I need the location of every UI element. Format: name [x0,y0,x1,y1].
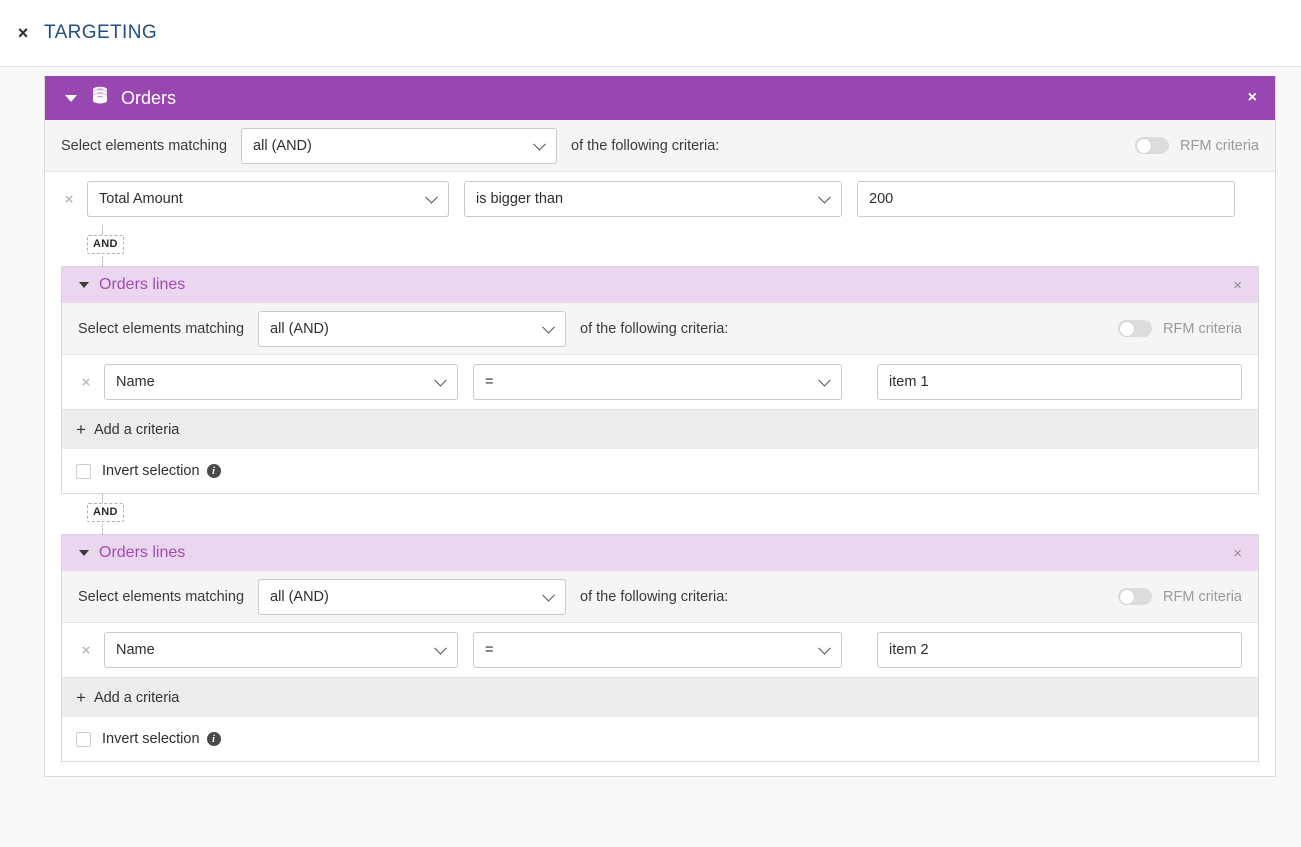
criteria-value-input[interactable]: 200 [857,181,1235,217]
nested-card-orders-lines: Orders lines × Select elements matching … [61,534,1259,762]
nested-match-operator-select[interactable]: all (AND) [258,578,567,615]
matching-prefix-label: Select elements matching [78,588,245,605]
remove-nested-card-icon[interactable]: × [1229,276,1246,295]
invert-selection-row: Invert selection i [62,717,1258,761]
remove-criteria-icon[interactable]: × [78,643,94,658]
invert-selection-checkbox[interactable] [76,463,91,479]
nested-card-title: Orders lines [99,544,186,561]
info-icon[interactable]: i [206,464,221,478]
criteria-operator-select[interactable]: = [473,364,843,400]
invert-selection-label: Invert selection [102,731,200,747]
nested-match-operator-select[interactable]: all (AND) [258,310,567,347]
criteria-row: × Name = item 1 [62,355,1258,409]
criteria-value-input[interactable]: item 2 [877,632,1242,668]
and-connector: AND [45,494,1275,535]
remove-criteria-icon[interactable]: × [78,375,94,390]
database-icon [91,86,109,110]
close-icon[interactable]: × [13,23,33,43]
rfm-criteria-toggle[interactable] [1118,588,1153,605]
rfm-criteria-toggle[interactable] [1135,137,1170,154]
plus-icon: + [76,688,86,707]
orders-matching-row: Select elements matching all (AND) of th… [45,120,1275,172]
toggle-knob [1136,138,1151,153]
rfm-criteria-label: RFM criteria [1163,588,1242,605]
criteria-operator-select[interactable]: = [473,632,843,668]
nested-card-header: Orders lines × [62,535,1258,571]
nested-matching-row: Select elements matching all (AND) of th… [62,571,1258,623]
criteria-operator-select[interactable]: is bigger than [464,181,842,217]
rfm-criteria-label: RFM criteria [1180,137,1259,154]
info-icon[interactable]: i [206,732,221,746]
toggle-knob [1119,321,1134,336]
nested-card-header: Orders lines × [62,267,1258,303]
rfm-criteria-toggle[interactable] [1118,320,1153,337]
nested-matching-row: Select elements matching all (AND) of th… [62,303,1258,355]
criteria-value-input[interactable]: item 1 [877,364,1242,400]
criteria-row: × Total Amount is bigger than 200 [45,172,1275,226]
page-title: TARGETING [44,22,158,43]
chevron-down-icon[interactable] [79,550,89,556]
add-criteria-button[interactable]: + Add a criteria [62,677,1258,717]
orders-card-title: Orders [121,87,177,108]
chevron-down-icon[interactable] [79,282,89,288]
add-criteria-button[interactable]: + Add a criteria [62,409,1258,449]
matching-suffix-label: of the following criteria: [580,588,729,605]
orders-rfm-toggle-group: RFM criteria [1135,137,1259,154]
rfm-criteria-label: RFM criteria [1163,320,1242,337]
criteria-field-select[interactable]: Name [104,364,459,400]
remove-criteria-icon[interactable]: × [61,192,77,207]
and-connector-button[interactable]: AND [87,503,124,522]
targeting-body: Orders × Select elements matching all (A… [0,67,1301,847]
chevron-down-icon[interactable] [65,94,77,102]
orders-card-header: Orders × [45,76,1275,120]
and-connector-button[interactable]: AND [87,235,124,254]
criteria-field-select[interactable]: Name [104,632,459,668]
criteria-field-select[interactable]: Total Amount [87,181,449,217]
and-connector: AND [45,226,1275,267]
connector-line-bottom [102,256,103,267]
orders-match-operator-select[interactable]: all (AND) [241,127,558,164]
criteria-row: × Name = item 2 [62,623,1258,677]
matching-prefix-label: Select elements matching [78,320,245,337]
matching-prefix-label: Select elements matching [61,137,228,154]
card-bottom-spacer [45,762,1275,776]
invert-selection-checkbox[interactable] [76,731,91,747]
nested-card-orders-lines: Orders lines × Select elements matching … [61,266,1259,494]
nested-card-title: Orders lines [99,276,186,293]
matching-suffix-label: of the following criteria: [580,320,729,337]
invert-selection-label: Invert selection [102,463,200,479]
matching-suffix-label: of the following criteria: [571,137,720,154]
nested-rfm-toggle-group: RFM criteria [1118,588,1242,605]
plus-icon: + [76,420,86,439]
segment-card-orders: Orders × Select elements matching all (A… [44,76,1276,777]
remove-orders-card-icon[interactable]: × [1244,88,1261,108]
nested-rfm-toggle-group: RFM criteria [1118,320,1242,337]
invert-selection-row: Invert selection i [62,449,1258,493]
toggle-knob [1119,589,1134,604]
add-criteria-label: Add a criteria [93,421,180,438]
remove-nested-card-icon[interactable]: × [1229,544,1246,563]
top-bar: × TARGETING [0,0,1301,67]
add-criteria-label: Add a criteria [93,689,180,706]
connector-line-bottom [102,524,103,535]
